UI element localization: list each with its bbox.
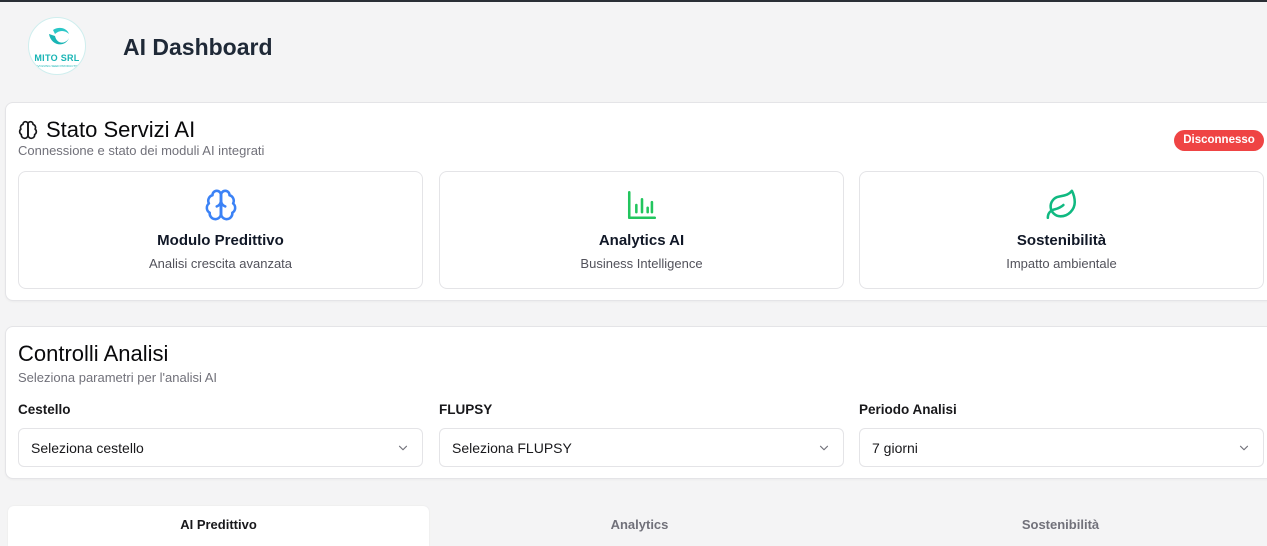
status-card-title: Stato Servizi AI: [18, 117, 195, 143]
basket-select-value: Seleziona cestello: [31, 439, 144, 456]
module-subtitle: Impatto ambientale: [1006, 256, 1117, 271]
tab-ai-predictive[interactable]: AI Predittivo: [8, 506, 429, 546]
controls-card-title: Controlli Analisi: [18, 341, 169, 366]
chevron-down-icon: [1239, 445, 1249, 450]
module-title: Modulo Predittivo: [157, 232, 284, 249]
module-subtitle: Business Intelligence: [580, 256, 703, 271]
chevron-down-icon: [398, 445, 408, 450]
flupsy-label: FLUPSY: [439, 402, 493, 417]
basket-select[interactable]: Seleziona cestello: [18, 428, 423, 467]
ai-services-status-card: Stato Servizi AI Connessione e stato dei…: [5, 102, 1267, 301]
module-predictive[interactable]: Modulo Predittivo Analisi crescita avanz…: [18, 171, 423, 289]
logo-tagline: EVOLVING SEED PRODUCTION: [35, 64, 81, 68]
period-label: Periodo Analisi: [859, 402, 957, 417]
page-title: AI Dashboard: [123, 34, 273, 60]
tab-analytics[interactable]: Analytics: [429, 506, 850, 546]
flupsy-select[interactable]: Seleziona FLUPSY: [439, 428, 844, 467]
status-card-title-text: Stato Servizi AI: [46, 117, 196, 142]
brain-icon: [205, 189, 236, 221]
period-select[interactable]: 7 giorni: [859, 428, 1264, 467]
leaf-icon: [1046, 189, 1076, 220]
controls-card-description: Seleziona parametri per l'analisi AI: [18, 370, 218, 385]
status-card-description: Connessione e stato dei moduli AI integr…: [18, 143, 265, 158]
bar-chart-icon: [627, 190, 656, 220]
module-title: Analytics AI: [598, 232, 685, 249]
module-analytics[interactable]: Analytics AI Business Intelligence: [439, 171, 844, 289]
company-logo[interactable]: MITO SRL EVOLVING SEED PRODUCTION: [28, 17, 86, 75]
connection-status-badge: Disconnesso: [1174, 130, 1264, 151]
analysis-tabs: AI Predittivo Analytics Sostenibilità: [5, 506, 1267, 546]
logo-text: MITO SRL: [34, 53, 80, 63]
period-select-value: 7 giorni: [872, 439, 918, 456]
brain-icon: [18, 120, 38, 140]
module-title: Sostenibilità: [1016, 232, 1107, 249]
flupsy-select-value: Seleziona FLUPSY: [452, 439, 572, 456]
basket-label: Cestello: [18, 402, 71, 417]
analysis-controls-card: Controlli Analisi Seleziona parametri pe…: [5, 326, 1267, 479]
module-sustainability[interactable]: Sostenibilità Impatto ambientale: [859, 171, 1264, 289]
tab-sustainability[interactable]: Sostenibilità: [850, 506, 1267, 546]
module-subtitle: Analisi crescita avanzata: [148, 256, 293, 271]
chevron-down-icon: [819, 445, 829, 450]
page-header: MITO SRL EVOLVING SEED PRODUCTION AI Das…: [0, 2, 1267, 96]
